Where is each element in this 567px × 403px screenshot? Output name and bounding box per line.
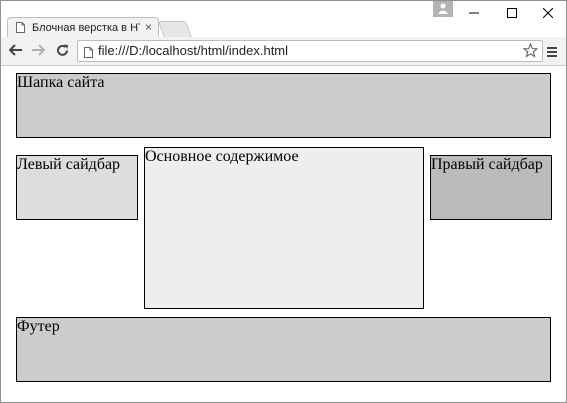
- back-icon[interactable]: [7, 41, 25, 59]
- page-content: Шапка сайта Левый сайдбар Основное содер…: [1, 66, 566, 402]
- site-header: Шапка сайта: [16, 73, 551, 138]
- tab-title: Блочная верстка в HTML: [32, 22, 140, 34]
- maximize-icon[interactable]: [495, 1, 529, 25]
- site-footer: Футер: [16, 317, 551, 382]
- page-icon: [16, 22, 25, 33]
- reload-icon[interactable]: [53, 41, 71, 59]
- address-bar[interactable]: file:///D:/localhost/html/index.html: [77, 40, 543, 62]
- url-text[interactable]: file:///D:/localhost/html/index.html: [98, 43, 288, 58]
- close-icon[interactable]: [531, 1, 565, 25]
- toolbar: file:///D:/localhost/html/index.html: [1, 37, 566, 66]
- forward-icon[interactable]: [29, 41, 47, 59]
- tab-close-icon[interactable]: ×: [145, 20, 152, 34]
- left-sidebar: Левый сайдбар: [16, 155, 138, 220]
- minimize-icon[interactable]: [457, 1, 491, 25]
- browser-window: Блочная верстка в HTML ×: [0, 0, 567, 403]
- bookmark-star-icon[interactable]: [522, 42, 539, 63]
- page-icon: [84, 45, 93, 63]
- title-bar: Блочная верстка в HTML ×: [1, 1, 566, 38]
- main-content: Основное содержимое: [144, 147, 424, 309]
- menu-icon[interactable]: [546, 45, 558, 63]
- profile-icon[interactable]: [433, 1, 453, 17]
- right-sidebar: Правый сайдбар: [430, 155, 552, 220]
- tab-active[interactable]: Блочная верстка в HTML ×: [7, 17, 159, 38]
- new-tab-button[interactable]: [157, 21, 193, 38]
